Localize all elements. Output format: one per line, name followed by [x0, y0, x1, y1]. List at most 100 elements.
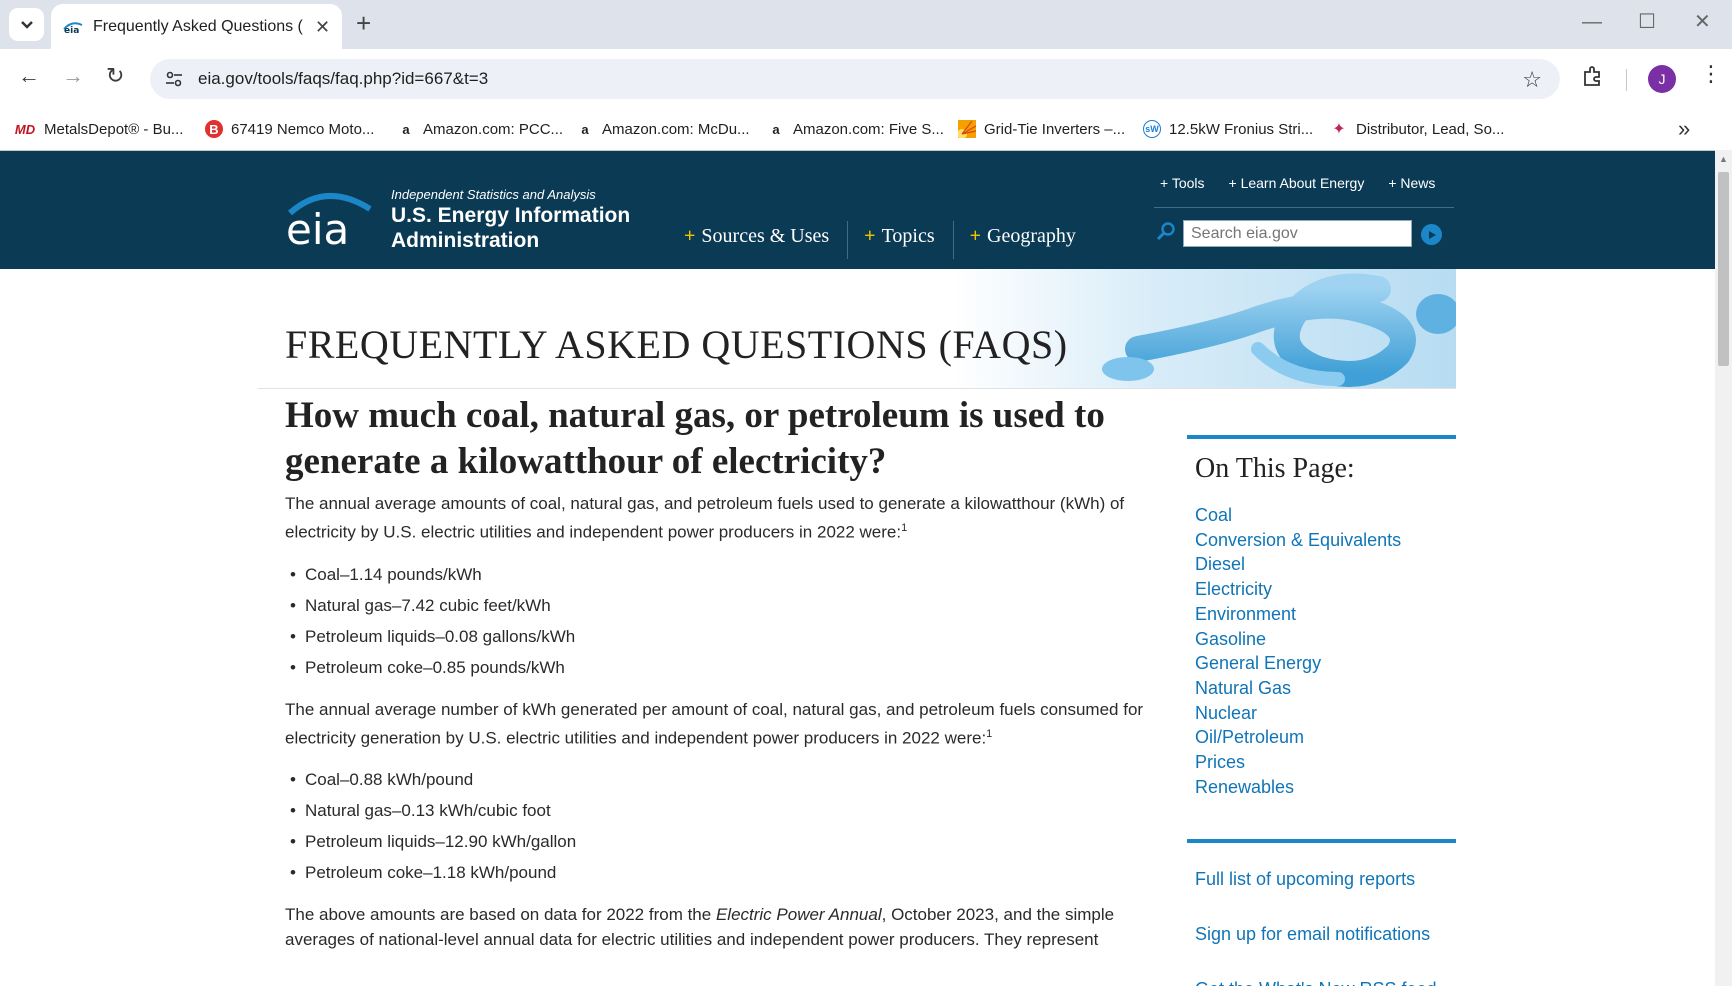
site-search-input[interactable] [1183, 220, 1412, 247]
nav-topics[interactable]: + Topics [864, 221, 954, 259]
forward-arrow-icon[interactable]: → [62, 65, 84, 87]
eia-header: eia Independent Statistics and Analysis … [0, 151, 1715, 269]
sidebar-link-diesel[interactable]: Diesel [1195, 552, 1456, 577]
window-minimize-icon[interactable]: — [1582, 12, 1602, 32]
footnote-ref-link[interactable]: 1 [986, 728, 992, 740]
bookmark-star-icon[interactable]: ☆ [1522, 67, 1542, 93]
intro-text: The annual average number of kWh generat… [285, 699, 1144, 748]
list-item: Coal–0.88 kWh/pound [290, 764, 1145, 795]
main-nav: + Sources & Uses + Topics + Geography [684, 221, 1110, 259]
bookmark-label: MetalsDepot® - Bu... [44, 120, 184, 138]
bookmarks-bar: MD MetalsDepot® - Bu... B 67419 Nemco Mo… [0, 110, 1732, 150]
window-maximize-icon[interactable]: ☐ [1638, 12, 1656, 32]
bookmark-item[interactable]: a Amazon.com: McDu... [576, 120, 750, 138]
browser-menu-icon[interactable]: ⋮ [1700, 63, 1722, 85]
plus-icon: + [969, 225, 982, 247]
sidebar-link-oil-petroleum[interactable]: Oil/Petroleum [1195, 725, 1456, 750]
bookmark-item[interactable]: Grid-Tie Inverters –... [958, 120, 1125, 138]
sidebar-link-nuclear[interactable]: Nuclear [1195, 701, 1456, 726]
bookmark-label: Amazon.com: Five S... [793, 120, 944, 138]
util-learn-link[interactable]: + Learn About Energy [1229, 175, 1365, 191]
fuel-per-kwh-list: Coal–1.14 pounds/kWh Natural gas–7.42 cu… [290, 559, 1145, 683]
bookmark-label: Amazon.com: McDu... [602, 120, 750, 138]
bookmark-label: Distributor, Lead, So... [1356, 120, 1505, 138]
bookmark-label: 67419 Nemco Moto... [231, 120, 375, 138]
sidebar-subscribe-block: Full list of upcoming reports Sign up fo… [1187, 839, 1456, 986]
sidebar-link-conversion[interactable]: Conversion & Equivalents [1195, 528, 1456, 553]
browser-tab-active[interactable]: eia Frequently Asked Questions (FA ✕ [51, 4, 342, 49]
faq-article: How much coal, natural gas, or petroleum… [285, 393, 1145, 952]
nav-label: Topics [881, 225, 935, 247]
amazon-favicon-icon: a [581, 121, 589, 137]
eia-logo[interactable]: eia [286, 187, 372, 247]
question-title: How much coal, natural gas, or petroleum… [285, 395, 1105, 482]
browser-tabstrip: eia Frequently Asked Questions (FA ✕ + —… [0, 0, 1732, 49]
intro-text: The annual average amounts of coal, natu… [285, 494, 1125, 542]
nav-sources-uses[interactable]: + Sources & Uses [684, 221, 849, 259]
tab-search-button[interactable] [9, 8, 44, 41]
util-news-link[interactable]: + News [1388, 175, 1435, 191]
answer-intro-2: The annual average number of kWh generat… [285, 697, 1145, 751]
nav-geography[interactable]: + Geography [970, 221, 1094, 259]
question-mark-art-icon [1102, 273, 1456, 387]
bookmark-item[interactable]: B 67419 Nemco Moto... [205, 120, 374, 138]
list-item: Petroleum coke–1.18 kWh/pound [290, 857, 1145, 888]
sidebar-link-electricity[interactable]: Electricity [1195, 577, 1456, 602]
search-submit-button[interactable] [1421, 224, 1442, 245]
page-viewport: eia Independent Statistics and Analysis … [0, 150, 1715, 986]
window-close-icon[interactable]: ✕ [1694, 12, 1711, 32]
sidebar-link-coal[interactable]: Coal [1195, 503, 1456, 528]
plus-icon: + [864, 225, 876, 247]
upcoming-reports-link[interactable]: Full list of upcoming reports [1195, 867, 1456, 891]
profile-avatar[interactable]: J [1648, 65, 1676, 93]
list-item: Natural gas–0.13 kWh/cubic foot [290, 795, 1145, 826]
nav-label: Sources & Uses [701, 225, 830, 247]
bookmark-item[interactable]: a Amazon.com: Five S... [767, 120, 944, 138]
solarwholesale-favicon-icon: sW [1143, 120, 1161, 138]
sidebar-link-renewables[interactable]: Renewables [1195, 775, 1456, 800]
bookmarks-overflow-icon[interactable]: » [1678, 116, 1690, 142]
back-arrow-icon[interactable]: ← [18, 65, 40, 87]
eia-tagline: Independent Statistics and Analysis [391, 187, 596, 202]
sidebar-link-general-energy[interactable]: General Energy [1195, 651, 1456, 676]
nav-label: Geography [987, 225, 1076, 247]
sun-favicon-icon [958, 120, 976, 138]
scrollbar-thumb[interactable] [1718, 172, 1729, 366]
util-tools-link[interactable]: + Tools [1160, 175, 1205, 191]
play-arrow-icon [1428, 230, 1436, 239]
on-this-page-sidebar: On This Page: Coal Conversion & Equivale… [1187, 435, 1456, 986]
sidebar-topic-links: Coal Conversion & Equivalents Diesel Ele… [1195, 503, 1456, 799]
closing-text: The above amounts are based on data for … [285, 905, 716, 925]
new-tab-icon[interactable]: + [356, 10, 371, 36]
scroll-up-arrow-icon[interactable]: ▲ [1719, 154, 1728, 164]
extensions-puzzle-icon[interactable] [1582, 65, 1606, 89]
amazon-favicon-icon: a [772, 121, 780, 137]
email-signup-link[interactable]: Sign up for email notifications [1195, 922, 1456, 946]
tab-close-icon[interactable]: ✕ [315, 18, 330, 36]
bookmark-label: Grid-Tie Inverters –... [984, 120, 1126, 138]
answer-closing: The above amounts are based on data for … [285, 902, 1145, 952]
sidebar-link-environment[interactable]: Environment [1195, 602, 1456, 627]
list-item: Petroleum liquids–0.08 gallons/kWh [290, 621, 1145, 652]
address-bar[interactable]: eia.gov/tools/faqs/faq.php?id=667&t=3 ☆ [150, 59, 1560, 99]
list-item: Natural gas–7.42 cubic feet/kWh [290, 590, 1145, 621]
url-text: eia.gov/tools/faqs/faq.php?id=667&t=3 [198, 69, 489, 88]
bookmark-item[interactable]: MD MetalsDepot® - Bu... [14, 120, 184, 138]
page-scrollbar[interactable]: ▲ [1715, 150, 1732, 986]
agency-name[interactable]: U.S. Energy Information Administration [391, 203, 661, 253]
sidebar-link-prices[interactable]: Prices [1195, 750, 1456, 775]
search-icon [1156, 222, 1175, 241]
bookmark-item[interactable]: ✦ Distributor, Lead, So... [1330, 120, 1505, 139]
reload-icon[interactable]: ↻ [106, 65, 124, 87]
sidebar-link-natural-gas[interactable]: Natural Gas [1195, 676, 1456, 701]
rss-feed-link[interactable]: Get the What's New RSS feed [1195, 977, 1456, 986]
sidebar-link-gasoline[interactable]: Gasoline [1195, 627, 1456, 652]
tab-title: Frequently Asked Questions (FA [93, 17, 303, 35]
list-item: Petroleum coke–0.85 pounds/kWh [290, 652, 1145, 683]
publication-title: Electric Power Annual [715, 905, 882, 925]
site-info-icon[interactable] [164, 69, 184, 89]
bookmark-item[interactable]: sW 12.5kW Fronius Stri... [1143, 120, 1313, 138]
eia-favicon-icon: eia [63, 17, 83, 37]
bookmark-item[interactable]: a Amazon.com: PCC... [397, 120, 563, 138]
footnote-ref-link[interactable]: 1 [901, 522, 907, 534]
